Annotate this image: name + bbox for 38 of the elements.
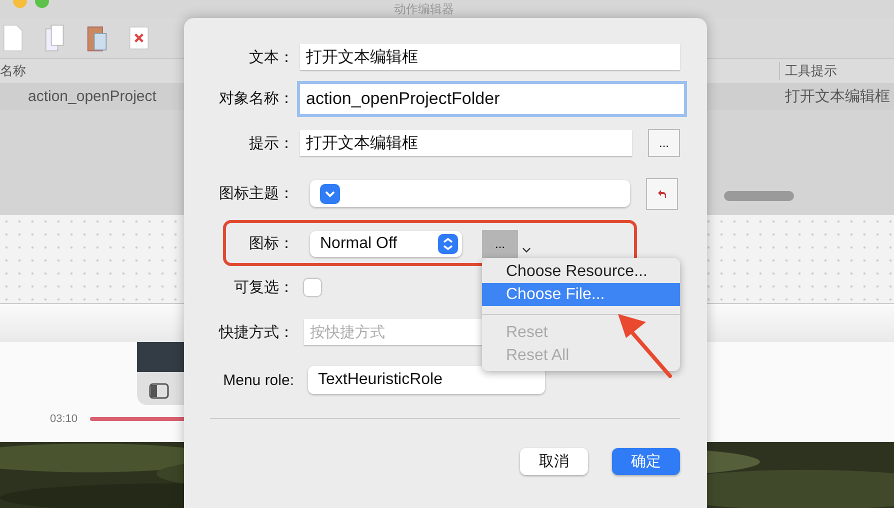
field-label: 对象名称：: [218, 89, 294, 108]
icon-menu-button[interactable]: ...: [482, 230, 518, 258]
field-label: 可复选：: [233, 278, 294, 296]
more-button[interactable]: ...: [648, 129, 680, 157]
time-label: 03:10: [50, 413, 78, 425]
dialog-button[interactable]: 确定: [612, 448, 680, 475]
field-label: 图标主题：: [218, 184, 294, 203]
checkbox[interactable]: [304, 278, 321, 296]
text-field[interactable]: 打开文本编辑框: [300, 44, 680, 70]
icon-theme-combo[interactable]: [310, 180, 630, 207]
field-label: 快捷方式：: [218, 322, 294, 342]
paste-icon[interactable]: [86, 24, 108, 52]
icon-mode-popup[interactable]: Normal Off: [310, 230, 462, 256]
column-header: 工具提示: [779, 62, 894, 80]
chevron-down-icon: [320, 184, 340, 204]
menu-role-combo[interactable]: TextHeuristicRole: [308, 366, 545, 394]
new-file-icon[interactable]: [2, 24, 24, 52]
delete-icon[interactable]: [128, 24, 150, 52]
sidebar-icon[interactable]: [149, 383, 169, 399]
menu-item[interactable]: Choose File...: [482, 283, 680, 306]
field-label: 提示：: [248, 134, 294, 152]
field-label: Menu role:: [222, 372, 294, 388]
caret-icon: [522, 246, 531, 252]
window-title: 动作编辑器: [394, 1, 454, 18]
table-cell-text: 打开文本编辑框: [785, 87, 891, 106]
reset-button[interactable]: [646, 178, 678, 210]
tooltip-field[interactable]: 打开文本编辑框: [300, 130, 632, 156]
column-header: 名称: [0, 62, 26, 80]
object-name-field[interactable]: action_openProjectFolder: [300, 84, 684, 114]
field-label: 图标：: [248, 234, 294, 253]
table-cell: action_openProject: [28, 88, 156, 105]
up-down-icon: [438, 234, 458, 254]
undo-icon: [657, 188, 667, 198]
field-label: 文本：: [248, 48, 294, 66]
copy-icon[interactable]: [44, 24, 66, 52]
dialog-button[interactable]: 取消: [520, 448, 588, 475]
scrollbar[interactable]: [724, 191, 794, 201]
menu-item[interactable]: Choose Resource...: [482, 260, 680, 283]
